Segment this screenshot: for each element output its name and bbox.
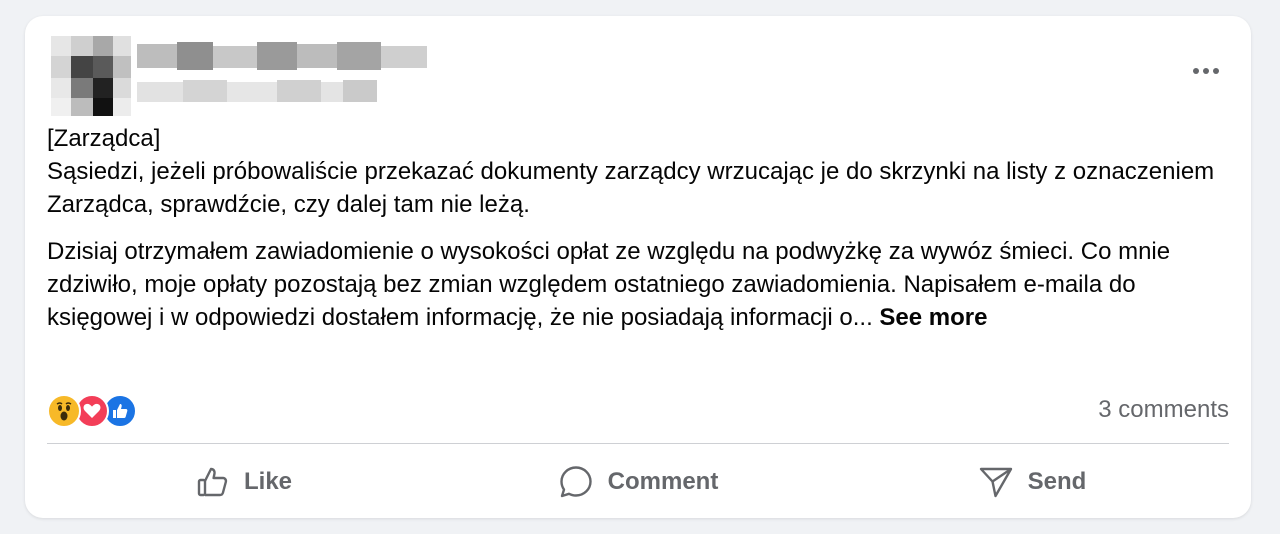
action-bar: Like Comment Send — [47, 456, 1229, 508]
wow-reaction-icon — [47, 394, 81, 428]
comment-bubble-icon — [558, 464, 594, 500]
post-paragraph-1: Sąsiedzi, jeżeli próbowaliście przekazać… — [47, 158, 1215, 218]
more-options-button[interactable] — [1189, 60, 1223, 82]
post-text: [Zarządca] Sąsiedzi, jeżeli próbowaliści… — [47, 122, 1237, 334]
reactions-summary[interactable] — [47, 394, 137, 428]
send-label: Send — [1027, 468, 1087, 495]
author-name-redacted[interactable] — [137, 42, 427, 70]
see-more-link[interactable]: See more — [879, 304, 987, 331]
comment-button[interactable]: Comment — [441, 456, 835, 508]
post-paragraph-2-text: Dzisiaj otrzymałem zawiadomienie o wysok… — [47, 238, 1171, 331]
divider — [47, 443, 1229, 444]
comments-count[interactable]: 3 comments — [1098, 396, 1229, 424]
comment-label: Comment — [607, 468, 719, 495]
post-paragraph-2: Dzisiaj otrzymałem zawiadomienie o wysok… — [47, 235, 1237, 334]
send-button[interactable]: Send — [835, 456, 1229, 508]
more-horizontal-icon — [1193, 68, 1199, 74]
post-meta-redacted — [137, 80, 377, 104]
like-label: Like — [243, 468, 293, 495]
like-button[interactable]: Like — [47, 456, 441, 508]
post-card: [Zarządca] Sąsiedzi, jeżeli próbowaliści… — [25, 16, 1251, 518]
post-tag: [Zarządca] — [47, 125, 161, 152]
send-icon — [978, 464, 1014, 500]
avatar[interactable] — [47, 32, 133, 118]
thumbs-up-icon — [196, 465, 230, 499]
